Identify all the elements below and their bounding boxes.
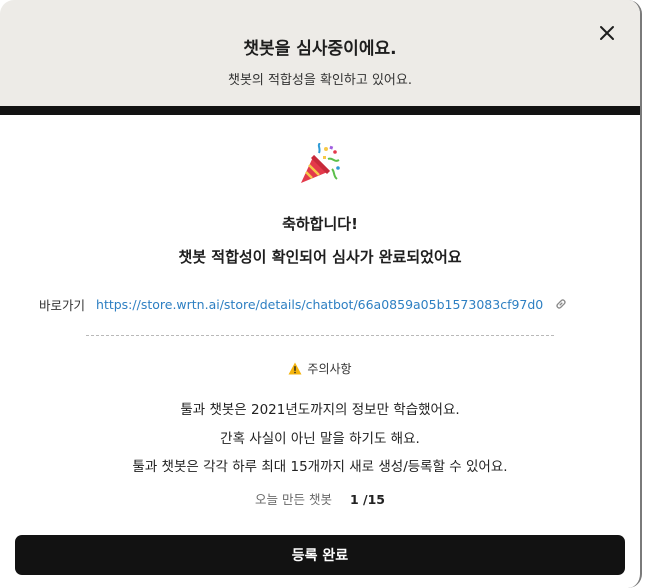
shortcut-label: 바로가기 <box>39 297 86 313</box>
close-button[interactable] <box>594 20 620 46</box>
warning-icon <box>288 362 302 375</box>
close-icon <box>600 26 614 40</box>
notice-heading: 주의사항 <box>0 360 640 377</box>
section-divider <box>86 335 554 336</box>
modal-title: 챗봇을 심사중이에요. <box>243 39 397 59</box>
result-title: 축하합니다! <box>282 215 358 233</box>
notice-line: 툴과 챗봇은 2021년도까지의 정보만 학습했어요. <box>180 402 460 418</box>
daily-count-value: 1 /15 <box>349 492 385 507</box>
result-message: 챗봇 적합성이 확인되어 심사가 완료되었어요 <box>178 248 462 266</box>
notice-title: 주의사항 <box>307 362 352 376</box>
review-complete-modal: 챗봇을 심사중이에요. 챗봇의 적합성을 확인하고 있어요. 축하합니다! 챗봇… <box>0 0 642 588</box>
shortcut-row: 바로가기 https://store.wrtn.ai/store/details… <box>39 294 609 314</box>
daily-chatbot-count: 오늘 만든 챗봇 1 /15 <box>0 489 640 508</box>
modal-header: 챗봇을 심사중이에요. 챗봇의 적합성을 확인하고 있어요. <box>0 0 640 106</box>
modal-subtitle: 챗봇의 적합성을 확인하고 있어요. <box>228 73 412 88</box>
register-complete-button[interactable]: 등록 완료 <box>15 535 625 575</box>
notice-line: 간혹 사실이 아닌 말을 하기도 해요. <box>220 431 420 447</box>
party-popper-icon <box>301 143 340 183</box>
notice-line: 툴과 챗봇은 각각 하루 최대 15개까지 새로 생성/등록할 수 있어요. <box>132 459 508 475</box>
chatbot-store-link[interactable]: https://store.wrtn.ai/store/details/chat… <box>96 297 543 312</box>
link-icon[interactable] <box>554 297 568 311</box>
daily-count-label: 오늘 만든 챗봇 <box>255 492 332 507</box>
header-divider-bar <box>0 106 640 115</box>
